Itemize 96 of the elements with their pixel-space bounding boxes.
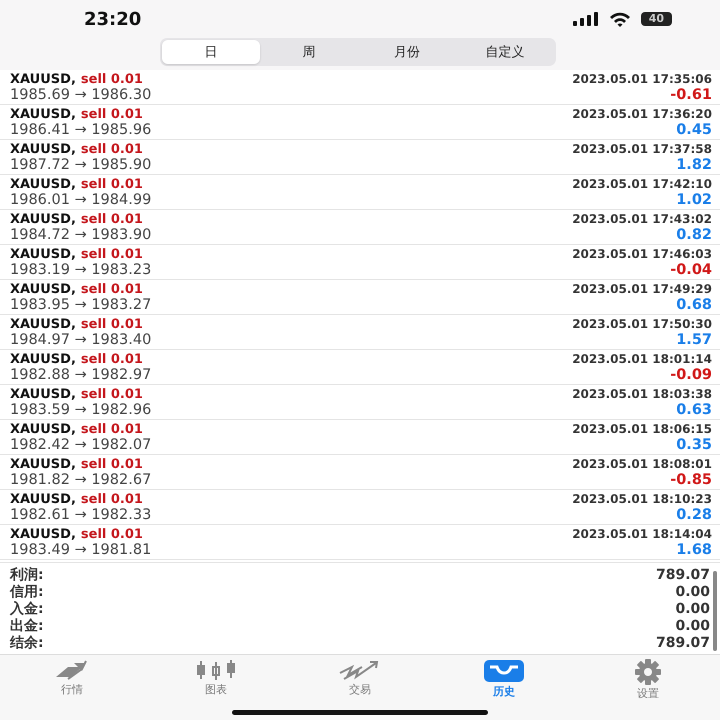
trade-prices: 1986.01 → 1984.99	[10, 192, 152, 209]
summary-value: 0.00	[675, 601, 710, 618]
trade-order: sell 0.01	[80, 527, 143, 542]
trade-prices: 1984.72 → 1983.90	[10, 227, 152, 244]
trade-order: sell 0.01	[80, 352, 143, 367]
trade-time: 2023.05.01 17:46:03	[572, 247, 712, 262]
trade-order: sell 0.01	[80, 212, 143, 227]
settings-icon	[635, 659, 661, 685]
trade-profit: 0.63	[676, 402, 712, 419]
trade-time: 2023.05.01 18:14:04	[572, 527, 712, 542]
trade-symbol: XAUUSD,	[10, 282, 76, 297]
trade-order: sell 0.01	[80, 72, 143, 87]
trade-prices: 1983.59 → 1982.96	[10, 402, 152, 419]
trade-order: sell 0.01	[80, 247, 143, 262]
period-tab[interactable]: 月份	[358, 40, 456, 64]
trade-time: 2023.05.01 18:08:01	[572, 457, 712, 472]
trade-profit: 0.45	[676, 122, 712, 139]
trade-time: 2023.05.01 18:10:23	[572, 492, 712, 507]
trade-prices: 1986.41 → 1985.96	[10, 122, 152, 139]
summary-value: 0.00	[675, 584, 710, 601]
period-tab[interactable]: 周	[260, 40, 358, 64]
trade-symbol: XAUUSD,	[10, 142, 76, 157]
summary-label: 利润:	[10, 567, 44, 584]
tab-bar-item[interactable]: 历史	[432, 657, 576, 701]
trade-profit: -0.09	[670, 367, 712, 384]
trade-time: 2023.05.01 17:37:58	[572, 142, 712, 157]
trade-prices: 1981.82 → 1982.67	[10, 472, 152, 489]
trade-time: 2023.05.01 18:03:38	[572, 387, 712, 402]
trade-symbol: XAUUSD,	[10, 247, 76, 262]
trade-symbol: XAUUSD,	[10, 387, 76, 402]
tab-bar-item[interactable]: 图表	[144, 657, 288, 699]
summary-label: 出金:	[10, 618, 44, 635]
trade-prices: 1984.97 → 1983.40	[10, 332, 152, 349]
trade-order: sell 0.01	[80, 107, 143, 122]
trade-time: 2023.05.01 17:42:10	[572, 177, 712, 192]
inbox-icon	[483, 659, 525, 683]
trade-profit: -0.85	[670, 472, 712, 489]
summary-value: 0.00	[675, 618, 710, 635]
period-tab[interactable]: 日	[162, 40, 260, 64]
trade-symbol: XAUUSD,	[10, 317, 76, 332]
trade-order: sell 0.01	[80, 317, 143, 332]
trade-profit: 1.68	[676, 542, 712, 559]
summary-label: 结余:	[10, 635, 44, 652]
trade-time: 2023.05.01 17:50:30	[572, 317, 712, 332]
trade-symbol: XAUUSD,	[10, 177, 76, 192]
trade-order: sell 0.01	[80, 387, 143, 402]
trade-profit: 1.57	[676, 332, 712, 349]
summary-value: 789.07	[656, 635, 710, 652]
trade-symbol: XAUUSD,	[10, 422, 76, 437]
trade-symbol: XAUUSD,	[10, 107, 76, 122]
candlestick-icon	[194, 659, 238, 681]
trade-profit: 0.28	[676, 507, 712, 524]
trade-prices: 1982.88 → 1982.97	[10, 367, 152, 384]
tab-bar-item[interactable]: 行情	[0, 657, 144, 699]
summary-label: 信用:	[10, 584, 44, 601]
signal-icon	[572, 12, 599, 26]
trade-prices: 1982.61 → 1982.33	[10, 507, 152, 524]
trade-order: sell 0.01	[80, 422, 143, 437]
trade-time: 2023.05.01 18:06:15	[572, 422, 712, 437]
trade-order: sell 0.01	[80, 177, 143, 192]
trade-order: sell 0.01	[80, 457, 143, 472]
trade-symbol: XAUUSD,	[10, 212, 76, 227]
wifi-icon	[608, 12, 631, 26]
trade-profit: 0.35	[676, 437, 712, 454]
clock: 23:20	[84, 8, 142, 30]
tab-bar-item[interactable]: 设置	[576, 657, 720, 703]
trade-order: sell 0.01	[80, 282, 143, 297]
trade-time: 2023.05.01 17:43:02	[572, 212, 712, 227]
trade-profit: -0.04	[670, 262, 712, 279]
trade-time: 2023.05.01 17:36:20	[572, 107, 712, 122]
trade-prices: 1983.95 → 1983.27	[10, 297, 152, 314]
trade-prices: 1983.19 → 1983.23	[10, 262, 152, 279]
trade-prices: 1985.69 → 1986.30	[10, 87, 152, 104]
trade-order: sell 0.01	[80, 492, 143, 507]
trade-order: sell 0.01	[80, 142, 143, 157]
period-tab[interactable]: 自定义	[456, 40, 554, 64]
trade-symbol: XAUUSD,	[10, 352, 76, 367]
trade-symbol: XAUUSD,	[10, 72, 76, 87]
trade-profit: 0.82	[676, 227, 712, 244]
summary-value: 789.07	[656, 567, 710, 584]
trade-time: 2023.05.01 17:49:29	[572, 282, 712, 297]
battery-indicator: 40	[640, 12, 672, 26]
trade-profit: -0.61	[670, 87, 712, 104]
trade-prices: 1987.72 → 1985.90	[10, 157, 152, 174]
trade-profit: 0.68	[676, 297, 712, 314]
trade-time: 2023.05.01 18:01:14	[572, 352, 712, 367]
summary-label: 入金:	[10, 601, 44, 618]
trade-profit: 1.82	[676, 157, 712, 174]
trade-profit: 1.02	[676, 192, 712, 209]
trade-symbol: XAUUSD,	[10, 527, 76, 542]
trade-time: 2023.05.01 17:35:06	[572, 72, 712, 87]
trade-prices: 1983.49 → 1981.81	[10, 542, 152, 559]
tab-bar-item[interactable]: 交易	[288, 657, 432, 699]
trade-symbol: XAUUSD,	[10, 492, 76, 507]
trade-symbol: XAUUSD,	[10, 457, 76, 472]
trade-prices: 1982.42 → 1982.07	[10, 437, 152, 454]
